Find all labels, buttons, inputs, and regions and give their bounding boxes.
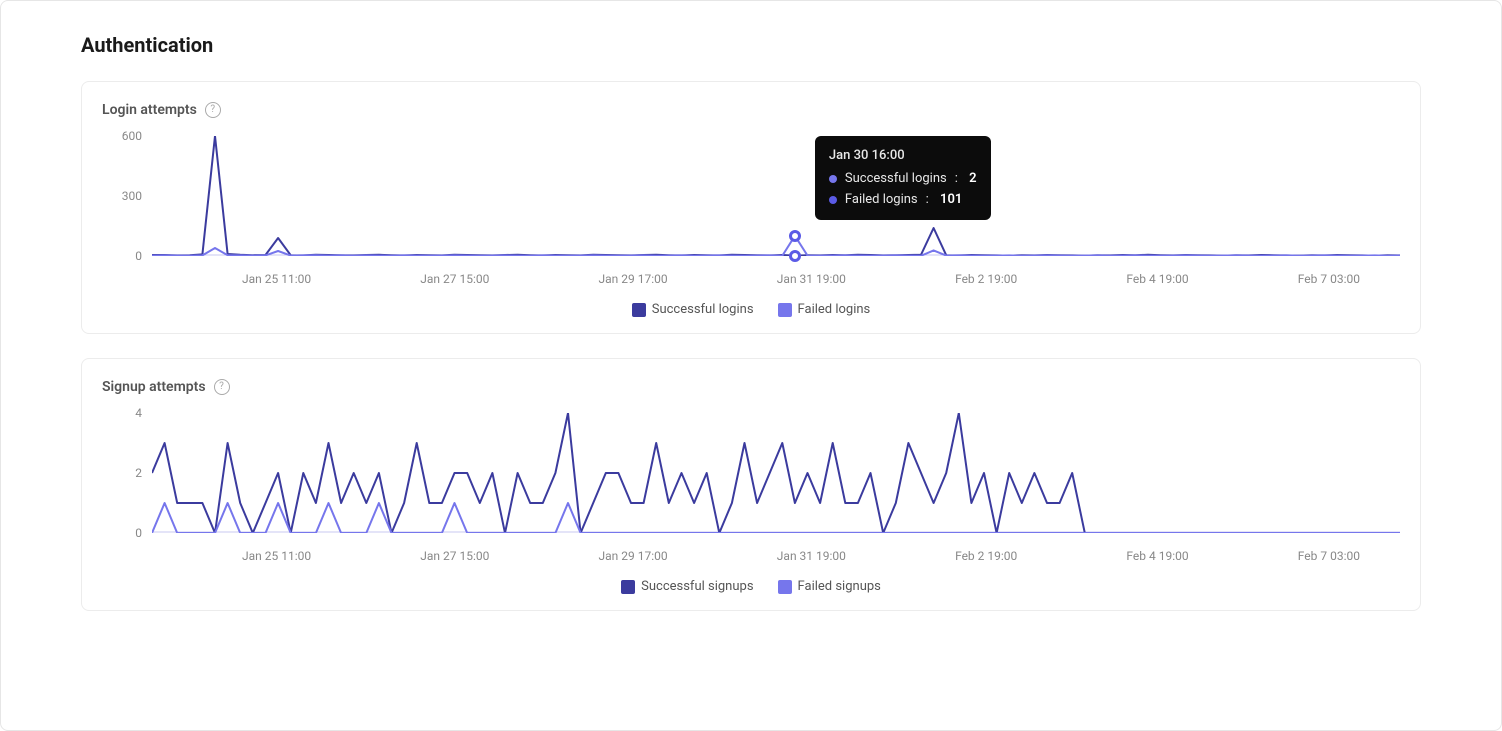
legend: Successful logins Failed logins [102, 302, 1400, 317]
card-title: Login attempts [102, 102, 197, 118]
y-tick: 0 [135, 526, 142, 540]
legend-item[interactable]: Failed signups [778, 579, 881, 594]
x-tick: Feb 4 19:00 [1126, 272, 1188, 286]
x-tick: Feb 2 19:00 [955, 549, 1017, 563]
legend-item[interactable]: Successful logins [632, 302, 754, 317]
x-tick: Jan 31 19:00 [777, 549, 846, 563]
x-tick: Jan 27 15:00 [420, 272, 489, 286]
x-tick: Jan 25 11:00 [242, 272, 311, 286]
login-attempts-card: Login attempts ? 600 300 0 Jan 30 16:00 … [81, 81, 1421, 334]
x-tick: Feb 4 19:00 [1126, 549, 1188, 563]
hover-marker [789, 230, 801, 242]
x-tick: Feb 7 03:00 [1298, 549, 1360, 563]
x-axis: Jan 25 11:00 Jan 27 15:00 Jan 29 17:00 J… [152, 549, 1400, 563]
y-tick: 300 [122, 189, 142, 203]
signup-attempts-card: Signup attempts ? 4 2 0 Jan 25 11:00 Jan… [81, 358, 1421, 611]
legend-label: Successful signups [641, 579, 753, 594]
plot-wrap-signups: 4 2 0 [102, 413, 1400, 533]
legend-swatch [778, 580, 792, 594]
legend: Successful signups Failed signups [102, 579, 1400, 594]
page-title: Authentication [81, 33, 1421, 57]
x-tick: Jan 29 17:00 [599, 272, 668, 286]
y-tick: 2 [135, 466, 142, 480]
plot-area[interactable] [152, 413, 1400, 533]
x-axis: Jan 25 11:00 Jan 27 15:00 Jan 29 17:00 J… [152, 272, 1400, 286]
card-header: Login attempts ? [102, 102, 1400, 118]
x-tick: Feb 2 19:00 [955, 272, 1017, 286]
x-tick: Feb 7 03:00 [1298, 272, 1360, 286]
x-tick: Jan 27 15:00 [420, 549, 489, 563]
legend-swatch [621, 580, 635, 594]
x-tick: Jan 31 19:00 [777, 272, 846, 286]
legend-swatch [632, 303, 646, 317]
y-axis: 600 300 0 [102, 136, 146, 256]
card-header: Signup attempts ? [102, 379, 1400, 395]
help-icon[interactable]: ? [205, 102, 221, 118]
plot-area[interactable] [152, 136, 1400, 256]
plot-wrap-logins: 600 300 0 Jan 30 16:00 Successful logins… [102, 136, 1400, 256]
y-axis: 4 2 0 [102, 413, 146, 533]
x-tick: Jan 25 11:00 [242, 549, 311, 563]
legend-label: Failed signups [798, 579, 881, 594]
y-tick: 600 [122, 129, 142, 143]
dashboard-frame: Authentication Login attempts ? 600 300 … [0, 0, 1502, 731]
hover-marker [789, 250, 801, 262]
y-tick: 0 [135, 249, 142, 263]
legend-swatch [778, 303, 792, 317]
y-tick: 4 [135, 406, 142, 420]
help-icon[interactable]: ? [214, 379, 230, 395]
content: Authentication Login attempts ? 600 300 … [1, 1, 1501, 667]
x-tick: Jan 29 17:00 [599, 549, 668, 563]
legend-label: Successful logins [652, 302, 754, 317]
legend-label: Failed logins [798, 302, 871, 317]
legend-item[interactable]: Failed logins [778, 302, 871, 317]
legend-item[interactable]: Successful signups [621, 579, 753, 594]
card-title: Signup attempts [102, 379, 206, 395]
